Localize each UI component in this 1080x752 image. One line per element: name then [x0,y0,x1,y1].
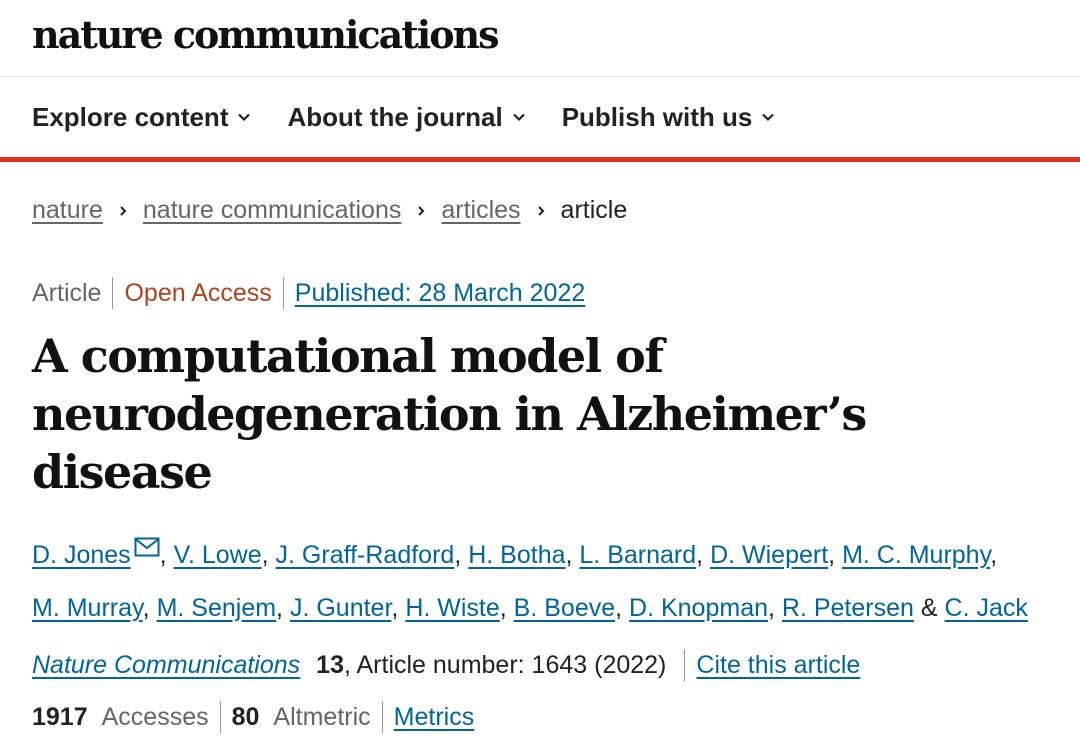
chevron-down-icon [762,113,775,122]
comma: , [696,541,704,569]
author-link[interactable]: J. Gunter [290,594,391,622]
chevron-right-icon [537,205,544,216]
breadcrumb-link-nature[interactable]: nature [32,196,103,225]
author-link[interactable]: M. C. Murphy [842,541,990,569]
article-type: Article [32,278,102,307]
divider [282,277,284,309]
author-link[interactable]: H. Wiste [405,594,499,622]
metrics-link[interactable]: Metrics [394,704,475,730]
divider [219,701,221,733]
divider [381,701,383,733]
accesses-count: 1917 [32,702,88,731]
comma: , [615,594,623,622]
comma: , [276,594,283,622]
author-link[interactable]: C. Jack [945,594,1028,622]
cite-this-article-link[interactable]: Cite this article [696,652,860,678]
open-access-badge: Open Access [124,278,272,307]
comma: , [391,594,399,622]
main-nav: Explore content About the journal Publis… [0,77,1080,162]
breadcrumb-link-articles[interactable]: articles [441,196,520,225]
nav-item-label: Publish with us [561,101,753,132]
author-list: D. Jones, V. Lowe, J. Graff-Radford, H. … [32,529,1048,635]
comma: , [454,541,462,569]
nav-explore-content[interactable]: Explore content [32,102,251,133]
comma: , [159,541,167,569]
breadcrumb-link-nature-communications[interactable]: nature communications [143,196,401,225]
site-logo[interactable]: nature communications [32,16,500,54]
title-line-1: A computational model of [32,329,664,383]
altmetric-score: 80 [231,702,260,731]
comma: , [565,541,573,569]
citation-row: Nature Communications 13 , Article numbe… [0,649,1080,681]
nav-item-label: About the journal [287,101,503,132]
author-link[interactable]: D. Wiepert [710,541,828,569]
journal-link[interactable]: Nature Communications [32,652,300,678]
author-conjunction: & [920,594,938,622]
author-link[interactable]: L. Barnard [579,541,696,569]
article-number: , Article number: 1643 (2022) [343,650,667,679]
nav-publish-with-us[interactable]: Publish with us [562,102,776,133]
altmetric-label: Altmetric [273,702,371,731]
article-title: A computational model of neurodegenerati… [32,327,1048,501]
title-line-2: neurodegeneration in Alzheimer’s disease [32,387,867,499]
breadcrumb-current: article [560,196,628,224]
divider [112,277,114,309]
author-link[interactable]: M. Murray [32,594,143,622]
chevron-down-icon [512,113,525,122]
author-link[interactable]: D. Jones [32,541,131,569]
chevron-right-icon [418,205,425,216]
chevron-down-icon [238,113,251,122]
comma: , [828,541,836,569]
author-link[interactable]: J. Graff-Radford [276,541,455,569]
chevron-right-icon [120,205,127,216]
comma: , [261,541,269,569]
published-date-link[interactable]: Published: 28 March 2022 [295,280,585,306]
comma: , [768,594,775,622]
divider [684,649,686,681]
article-meta: Article Open Access Published: 28 March … [0,277,1080,309]
nav-about-the-journal[interactable]: About the journal [287,102,525,133]
masthead: nature communications [0,0,1080,77]
breadcrumb: nature nature communications articles ar… [0,196,1080,225]
accesses-label: Accesses [101,702,209,731]
author-link[interactable]: B. Boeve [514,594,615,622]
metrics-row: 1917 Accesses 80 Altmetric Metrics [0,701,1080,733]
comma: , [499,594,507,622]
author-link[interactable]: H. Botha [468,541,565,569]
comma: , [142,594,150,622]
author-link[interactable]: V. Lowe [174,541,262,569]
comma: , [990,541,998,569]
volume-number: 13 [316,650,344,679]
author-link[interactable]: M. Senjem [157,594,276,622]
author-link[interactable]: R. Petersen [782,594,914,622]
nav-item-label: Explore content [32,101,229,132]
author-link[interactable]: D. Knopman [629,594,768,622]
mail-icon[interactable] [134,537,160,557]
